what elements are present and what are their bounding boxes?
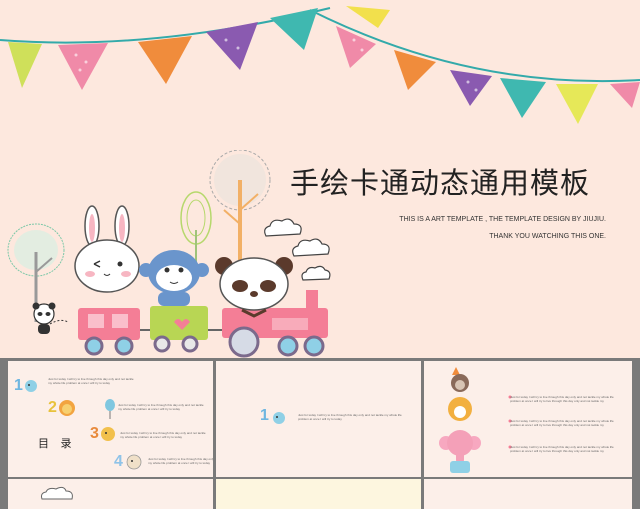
small-panda-icon: [32, 302, 68, 334]
rabbit-icon: [74, 205, 140, 293]
giraffe-icon: [101, 427, 115, 441]
thumbnail-partial[interactable]: [216, 479, 421, 509]
list-item-number: 3: [90, 425, 99, 442]
dog-icon: [126, 454, 142, 470]
thumbnail-partial[interactable]: [424, 479, 632, 509]
animal-stack-icon: [439, 367, 481, 473]
slide-title: 手绘卡通动态通用模板: [290, 166, 591, 200]
list-item-text: Just for today I will try to live throug…: [510, 419, 614, 427]
monkey-icon: [139, 250, 209, 306]
list-item-number: 1: [14, 377, 23, 394]
bird-icon: [25, 380, 37, 392]
thumbnail-strip: 1 Just for today I will try to live thro…: [0, 358, 640, 509]
list-item-text: Just for today I will try to live throug…: [118, 403, 204, 411]
cloud-icon: [41, 486, 73, 500]
slide-subtitle-line2: THANK YOU WATCHING THIS ONE.: [489, 233, 606, 240]
list-item-text: Just for today I will try to live throug…: [510, 395, 614, 403]
thumbnail-partial[interactable]: [8, 479, 213, 509]
slide-subtitle-line1: THIS IS A ART TEMPLATE , THE TEMPLATE DE…: [399, 216, 606, 223]
bunting-flags: [0, 6, 640, 124]
balloon-icon: [105, 399, 115, 419]
list-item-number: 2: [48, 399, 57, 416]
contents-heading: 目 录: [38, 437, 76, 450]
list-item-text: Just for today I will try to live throug…: [48, 377, 134, 385]
thumbnail-contents[interactable]: 1 Just for today I will try to live thro…: [8, 361, 213, 477]
section-number: 1: [260, 407, 269, 424]
bird-icon: [273, 412, 285, 424]
main-slide: 手绘卡通动态通用模板 THIS IS A ART TEMPLATE , THE …: [0, 0, 640, 358]
thumbnail-section-2[interactable]: Just for today I will try to live throug…: [424, 361, 632, 477]
section-text: Just for today I will try to live throug…: [298, 413, 402, 421]
list-item-text: Just for today I will try to live throug…: [510, 445, 614, 453]
list-item-text: Just for today I will try to live throug…: [148, 457, 213, 465]
panda-icon: [215, 257, 293, 318]
list-item-text: Just for today I will try to live throug…: [120, 431, 206, 439]
lion-icon: [59, 400, 75, 416]
thumbnail-section-1[interactable]: 1 Just for today I will try to live thro…: [216, 361, 421, 477]
list-item-number: 4: [114, 453, 123, 470]
